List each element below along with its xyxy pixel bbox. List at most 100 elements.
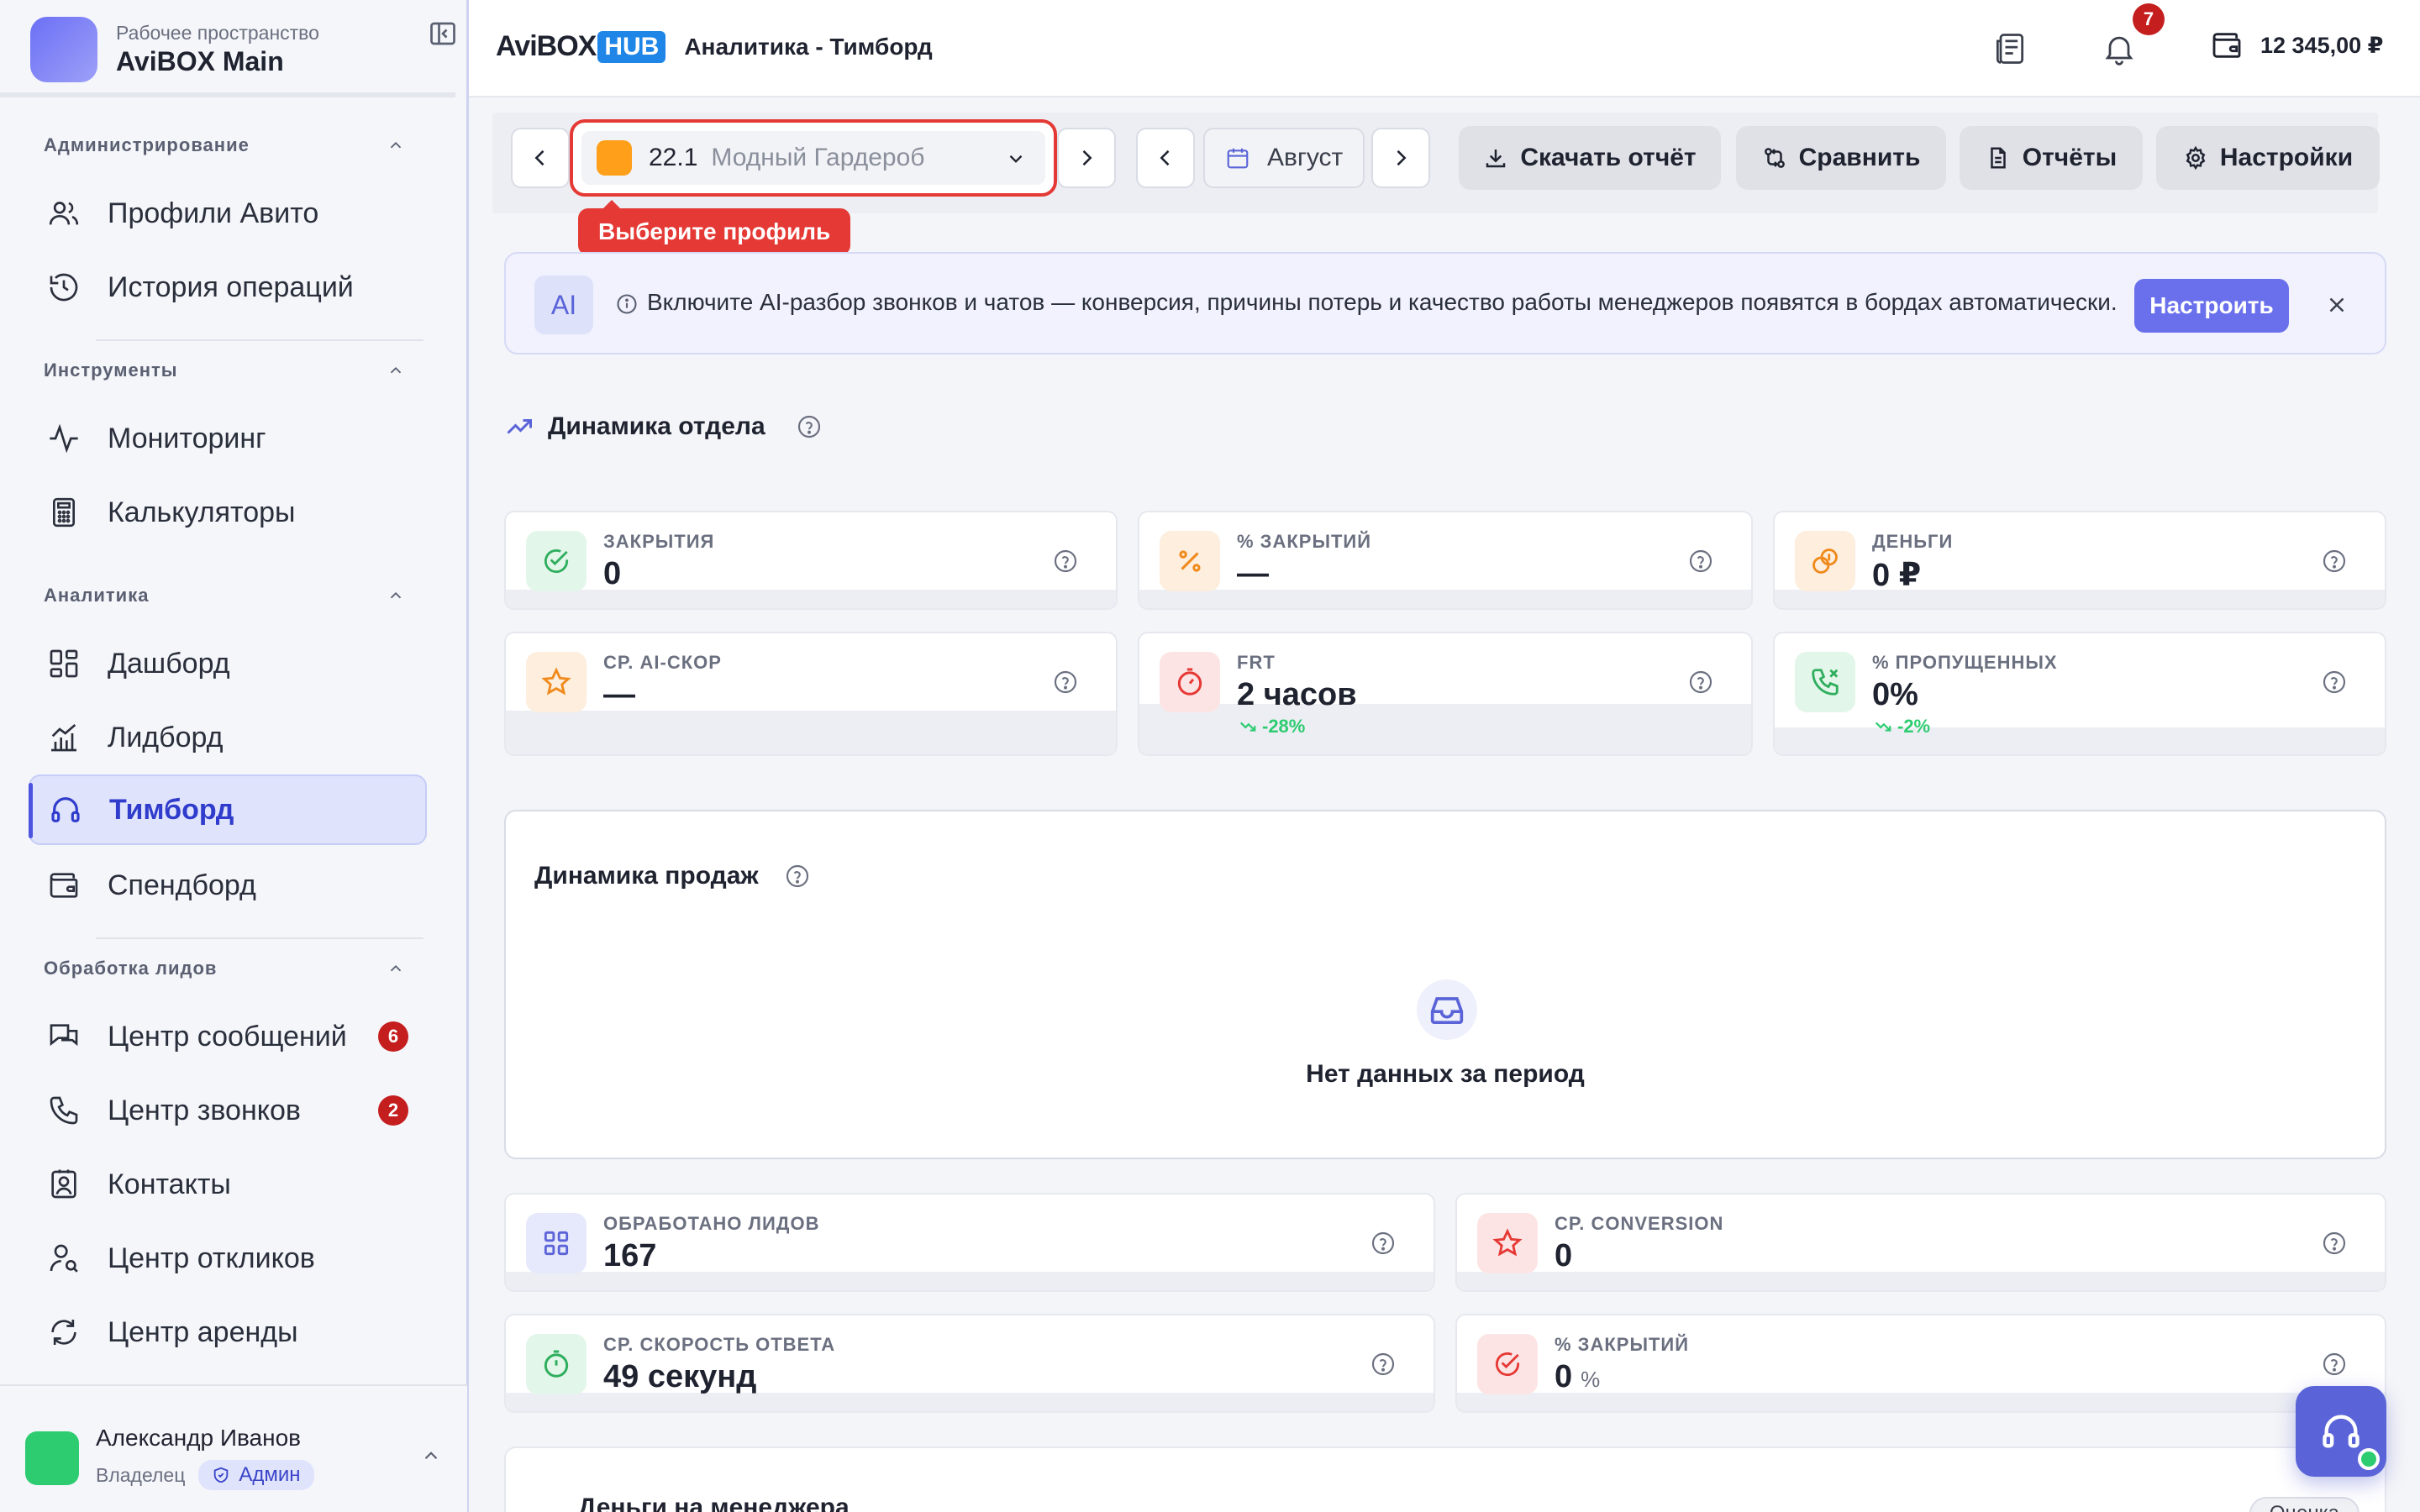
- metric-value: 49 секунд: [603, 1359, 757, 1394]
- chevron-up-icon: [390, 964, 402, 972]
- workspace-switcher[interactable]: Рабочее пространство AviBOX Main: [30, 15, 450, 84]
- metric-label: % ЗАКРЫТИЙ: [1555, 1334, 1690, 1355]
- help-icon[interactable]: [2321, 1351, 2348, 1378]
- sales-title-row: Динамика продаж: [534, 862, 811, 890]
- profile-select-field[interactable]: 22.1 Модный Гардероб: [581, 131, 1045, 185]
- sidebar-item-messages[interactable]: Центр сообщений 6: [29, 1001, 427, 1072]
- shield-icon: [214, 1467, 229, 1483]
- close-icon[interactable]: [2324, 292, 2349, 318]
- sidebar-item-calculators[interactable]: Калькуляторы: [29, 477, 427, 548]
- prev-profile-button[interactable]: [511, 128, 570, 188]
- metric-trend-value: -28%: [1262, 716, 1306, 737]
- sales-chart-card: Динамика продаж Нет данных за период: [504, 810, 2386, 1159]
- sidebar-item-history[interactable]: История операций: [29, 252, 427, 323]
- help-icon[interactable]: [1052, 669, 1079, 696]
- brand-logo-badge: HUB: [597, 30, 666, 63]
- help-icon[interactable]: [2321, 669, 2348, 696]
- section-title: Администрирование: [44, 134, 250, 155]
- profile-select[interactable]: 22.1 Модный Гардероб: [570, 119, 1057, 197]
- balance[interactable]: 12 345,00 ₽: [2210, 29, 2383, 62]
- sidebar-item-avito-profiles[interactable]: Профили Авито: [29, 178, 427, 249]
- gear-icon: [2186, 145, 2206, 171]
- next-period-button[interactable]: [1371, 128, 1430, 188]
- user-name: Александр Иванов: [96, 1425, 302, 1451]
- sidebar-item-spendboard[interactable]: Спендборд: [29, 850, 427, 921]
- headset-icon: [2323, 1415, 2360, 1448]
- chevron-up-icon[interactable]: [420, 1445, 442, 1467]
- section-header-tools[interactable]: Инструменты: [44, 360, 405, 381]
- sidebar-item-leadboard[interactable]: Лидборд: [29, 702, 427, 773]
- phone-icon: [50, 1096, 78, 1125]
- help-icon[interactable]: [1370, 1230, 1397, 1257]
- metric-label: СР. CONVERSION: [1555, 1213, 1724, 1234]
- workspace-logo: [30, 17, 97, 82]
- help-icon[interactable]: [796, 413, 823, 440]
- sidebar-item-monitoring[interactable]: Мониторинг: [29, 403, 427, 474]
- help-icon[interactable]: [2321, 548, 2348, 575]
- score-chip[interactable]: Оценка: [2249, 1497, 2360, 1512]
- help-icon[interactable]: [1370, 1351, 1397, 1378]
- metric-value: 0 ₽: [1872, 558, 1922, 593]
- next-profile-button[interactable]: [1057, 128, 1116, 188]
- reports-button[interactable]: Отчёты: [1960, 126, 2143, 190]
- settings-button[interactable]: Настройки: [2156, 126, 2380, 190]
- grid-icon: [544, 1231, 569, 1256]
- help-icon[interactable]: [1687, 548, 1714, 575]
- balance-value: 12 345,00 ₽: [2260, 32, 2384, 58]
- period-select[interactable]: Август: [1203, 128, 1365, 188]
- metric-unit: %: [1581, 1367, 1601, 1392]
- sidebar-item-rent[interactable]: Центр аренды: [29, 1297, 427, 1368]
- sidebar-collapse-icon[interactable]: [428, 18, 458, 49]
- chevron-right-icon: [1397, 150, 1407, 166]
- page-title: Аналитика - Тимборд: [684, 33, 933, 60]
- metric-icon-box: [1795, 652, 1855, 712]
- metric-card-missed: % ПРОПУЩЕННЫХ 0% -2%: [1773, 632, 2386, 756]
- ai-setup-button[interactable]: Настроить: [2134, 279, 2289, 333]
- user-role: Владелец Админ: [96, 1460, 314, 1490]
- sidebar-item-calls[interactable]: Центр звонков 2: [29, 1075, 427, 1146]
- bell-icon[interactable]: [2101, 30, 2138, 67]
- section-header-analytics[interactable]: Аналитика: [44, 585, 405, 606]
- metric-card-frt: FRT 2 часов -28%: [1138, 632, 1753, 756]
- compare-button[interactable]: Сравнить: [1736, 126, 1946, 190]
- workspace-subtitle: Рабочее пространство: [116, 22, 319, 44]
- users-icon: [49, 202, 79, 225]
- check-circle-icon: [544, 549, 569, 574]
- inbox-icon: [1430, 997, 1464, 1025]
- sidebar-item-label: Тимборд: [109, 793, 234, 826]
- unread-badge: 2: [378, 1095, 408, 1126]
- help-icon[interactable]: [784, 863, 811, 890]
- metric-label: СР. СКОРОСТЬ ОТВЕТА: [603, 1334, 836, 1355]
- sidebar-item-contacts[interactable]: Контакты: [29, 1149, 427, 1220]
- help-icon[interactable]: [1052, 548, 1079, 575]
- metric-value: 0: [603, 556, 622, 591]
- ai-banner: AI Включите AI-разбор звонков и чатов — …: [504, 252, 2386, 354]
- section-header-admin[interactable]: Администрирование: [44, 134, 405, 156]
- sidebar-item-label: Центр сообщений: [108, 1020, 347, 1053]
- history-icon: [50, 273, 78, 302]
- workspace-title: AviBOX Main: [116, 46, 284, 76]
- wallet-icon: [50, 873, 78, 898]
- metric-value: —: [1237, 556, 1269, 591]
- info-icon: [617, 294, 637, 314]
- news-icon[interactable]: [1991, 30, 2028, 67]
- contact-icon: [51, 1169, 76, 1199]
- sidebar-item-responses[interactable]: Центр откликов: [29, 1223, 427, 1294]
- prev-period-button[interactable]: [1136, 128, 1195, 188]
- download-report-button[interactable]: Скачать отчёт: [1459, 126, 1721, 190]
- user-panel[interactable]: Александр Иванов Владелец Админ: [0, 1384, 467, 1512]
- help-icon[interactable]: [1687, 669, 1714, 696]
- profile-tooltip: Выберите профиль: [578, 200, 851, 255]
- metric-value: 0%: [1555, 1359, 1600, 1395]
- unread-badge: 6: [378, 1021, 408, 1052]
- help-icon[interactable]: [2321, 1230, 2348, 1257]
- settings-label: Настройки: [2219, 144, 2354, 171]
- metric-icon-box: [526, 531, 587, 591]
- support-button[interactable]: [2296, 1386, 2386, 1477]
- sidebar-item-teamboard[interactable]: Тимборд: [29, 774, 427, 845]
- phone-missed-icon: [1812, 669, 1839, 696]
- metric-icon-box: [1477, 1334, 1538, 1394]
- headset-icon: [51, 797, 80, 822]
- sidebar-item-dashboard[interactable]: Дашборд: [29, 628, 427, 699]
- section-header-leads[interactable]: Обработка лидов: [44, 958, 405, 979]
